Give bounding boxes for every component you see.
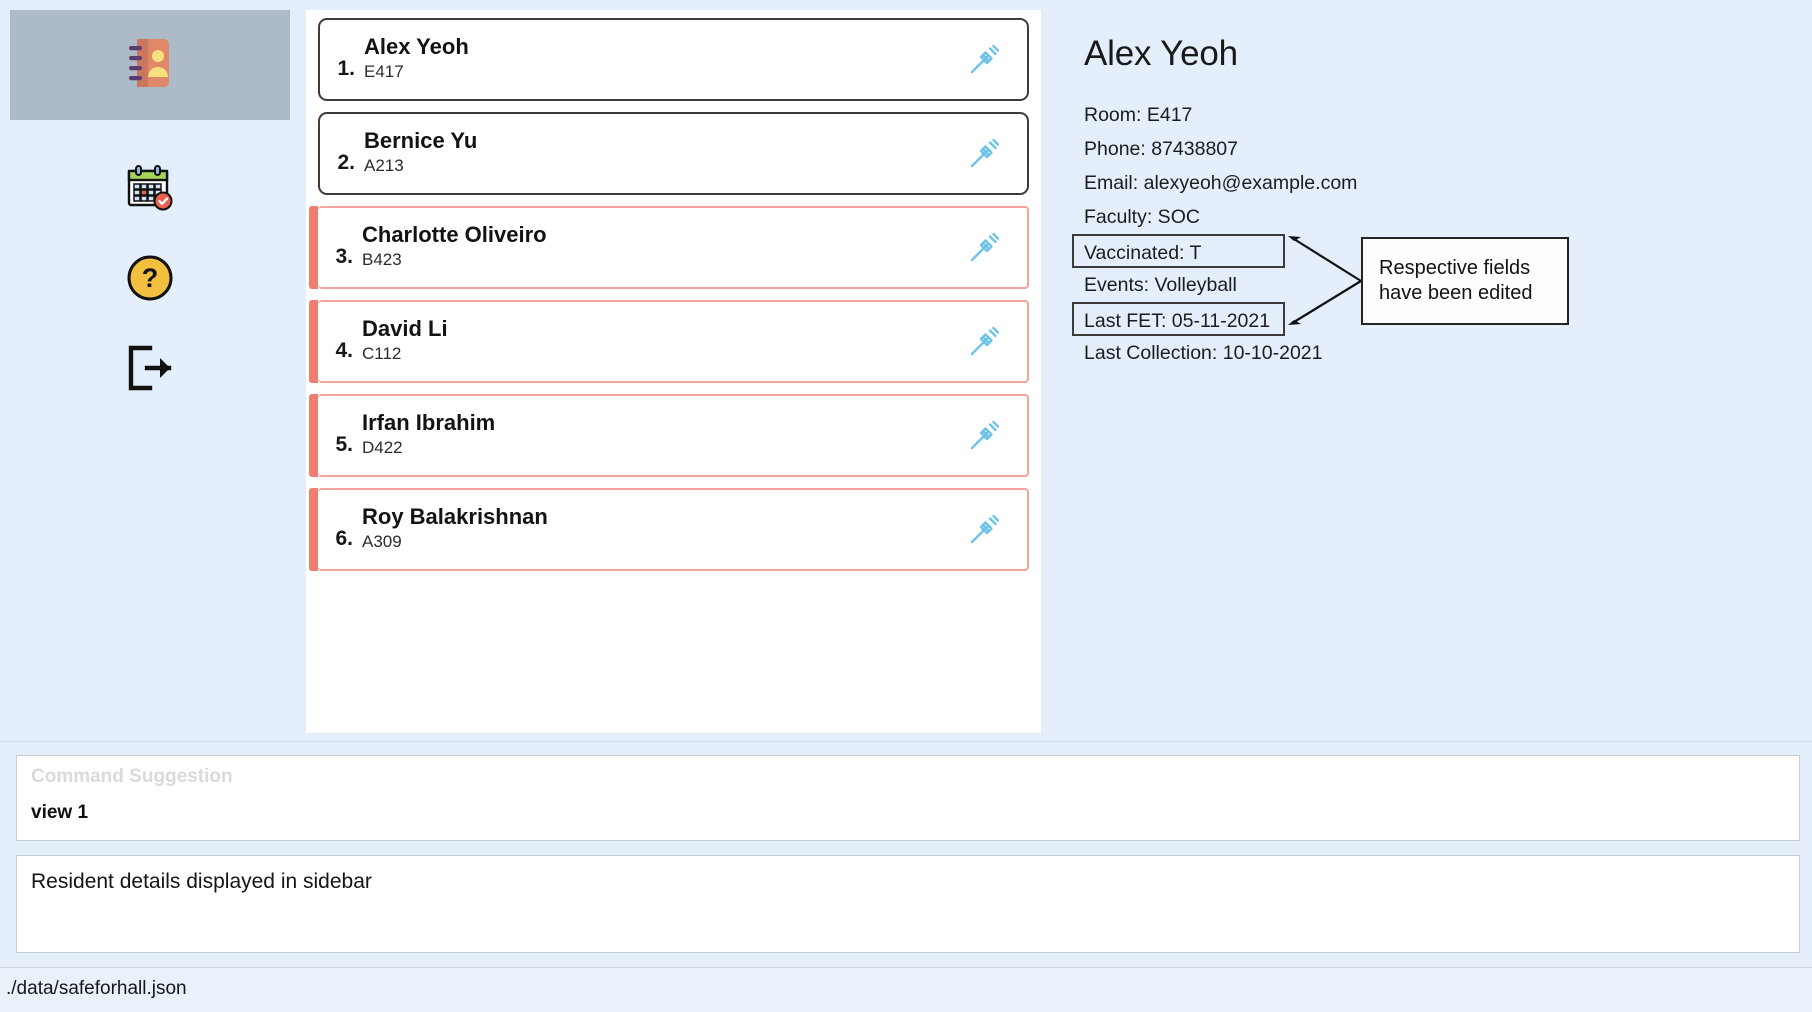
- list-item-room: D422: [362, 437, 403, 457]
- list-item[interactable]: 4. David Li C112: [309, 300, 1029, 383]
- list-item-name: Alex Yeoh: [364, 34, 469, 60]
- list-item-index: 3.: [335, 245, 353, 268]
- address-book-icon: [127, 37, 173, 94]
- list-item-body: Bernice Yu A213: [364, 129, 941, 178]
- detail-field-faculty: Faculty: SOC: [1084, 206, 1200, 228]
- list-item-name: Charlotte Oliveiro: [362, 222, 547, 248]
- command-placeholder-label: Command Suggestion: [31, 766, 233, 787]
- result-display-box: Resident details displayed in sidebar: [16, 855, 1800, 953]
- list-item-index: 2.: [337, 151, 355, 174]
- list-item-room: B423: [362, 249, 402, 269]
- list-item[interactable]: 5. Irfan Ibrahim D422: [309, 394, 1029, 477]
- list-item-index: 4.: [335, 339, 353, 362]
- detail-field-last-collection: Last Collection: 10-10-2021: [1084, 342, 1323, 364]
- list-item-body: Charlotte Oliveiro B423: [362, 223, 941, 272]
- resident-list: 1. Alex Yeoh E417 2. Bernice Yu A213 3. …: [306, 10, 1041, 571]
- list-item-name: Irfan Ibrahim: [362, 410, 496, 436]
- detail-field-room: Room: E417: [1084, 104, 1193, 126]
- syringe-icon[interactable]: [941, 416, 1027, 456]
- list-item-body: David Li C112: [362, 317, 941, 366]
- logout-icon: [126, 345, 174, 396]
- sidebar-item-help[interactable]: ?: [10, 245, 290, 315]
- list-item-index: 5.: [335, 433, 353, 456]
- list-item-room: C112: [362, 343, 402, 363]
- list-item-name: Bernice Yu: [364, 128, 478, 154]
- panel-divider: [0, 741, 1812, 742]
- calendar-check-icon: [125, 163, 175, 218]
- detail-field-vaccinated: Vaccinated: T: [1072, 234, 1285, 268]
- sidebar-item-exit[interactable]: [10, 335, 290, 405]
- detail-field-last-fet: Last FET: 05-11-2021: [1072, 302, 1285, 336]
- annotation-text: Respective fields have been edited: [1363, 256, 1532, 306]
- svg-text:?: ?: [142, 263, 159, 293]
- list-item-index: 6.: [335, 527, 353, 550]
- sidebar-item-residents[interactable]: [10, 10, 290, 120]
- list-item-name: Roy Balakrishnan: [362, 504, 548, 530]
- sidebar-item-events[interactable]: [10, 155, 290, 225]
- resident-detail-panel: Alex Yeoh Room: E417 Phone: 87438807 Ema…: [1072, 10, 1792, 710]
- list-item-room: E417: [364, 61, 404, 81]
- status-bar-file-path: ./data/safeforhall.json: [6, 978, 187, 999]
- list-item-room: A309: [362, 531, 402, 551]
- sidebar-rail: ?: [10, 10, 290, 710]
- detail-field-email: Email: alexyeoh@example.com: [1084, 172, 1358, 194]
- list-item[interactable]: 2. Bernice Yu A213: [318, 112, 1029, 195]
- detail-field-list: Room: E417 Phone: 87438807 Email: alexye…: [1072, 98, 1792, 370]
- list-item-body: Roy Balakrishnan A309: [362, 505, 941, 554]
- syringe-icon[interactable]: [941, 228, 1027, 268]
- annotation-line-1: Respective fields: [1379, 257, 1531, 279]
- app-window: ? 1. Alex Yeoh E417 2. Bernice Yu A213 3…: [0, 0, 1812, 1012]
- command-input[interactable]: Command Suggestion view 1: [16, 755, 1800, 841]
- command-input-value[interactable]: view 1: [31, 802, 88, 824]
- list-item-index: 1.: [337, 57, 355, 80]
- resident-list-panel[interactable]: 1. Alex Yeoh E417 2. Bernice Yu A213 3. …: [306, 10, 1041, 733]
- status-bar: ./data/safeforhall.json: [0, 967, 1812, 1012]
- page-title: Alex Yeoh: [1084, 34, 1238, 73]
- syringe-icon[interactable]: [941, 510, 1027, 550]
- list-item[interactable]: 6. Roy Balakrishnan A309: [309, 488, 1029, 571]
- syringe-icon[interactable]: [941, 322, 1027, 362]
- list-item[interactable]: 3. Charlotte Oliveiro B423: [309, 206, 1029, 289]
- annotation-line-2: have been edited: [1379, 282, 1533, 304]
- question-circle-icon: ?: [126, 254, 174, 307]
- list-item[interactable]: 1. Alex Yeoh E417: [318, 18, 1029, 101]
- annotation-callout: Respective fields have been edited: [1361, 237, 1569, 325]
- detail-field-phone: Phone: 87438807: [1084, 138, 1238, 160]
- result-message: Resident details displayed in sidebar: [31, 870, 372, 893]
- list-item-body: Irfan Ibrahim D422: [362, 411, 941, 460]
- list-item-name: David Li: [362, 316, 448, 342]
- syringe-icon[interactable]: [941, 40, 1027, 80]
- list-item-room: A213: [364, 155, 404, 175]
- list-item-body: Alex Yeoh E417: [364, 35, 941, 84]
- syringe-icon[interactable]: [941, 134, 1027, 174]
